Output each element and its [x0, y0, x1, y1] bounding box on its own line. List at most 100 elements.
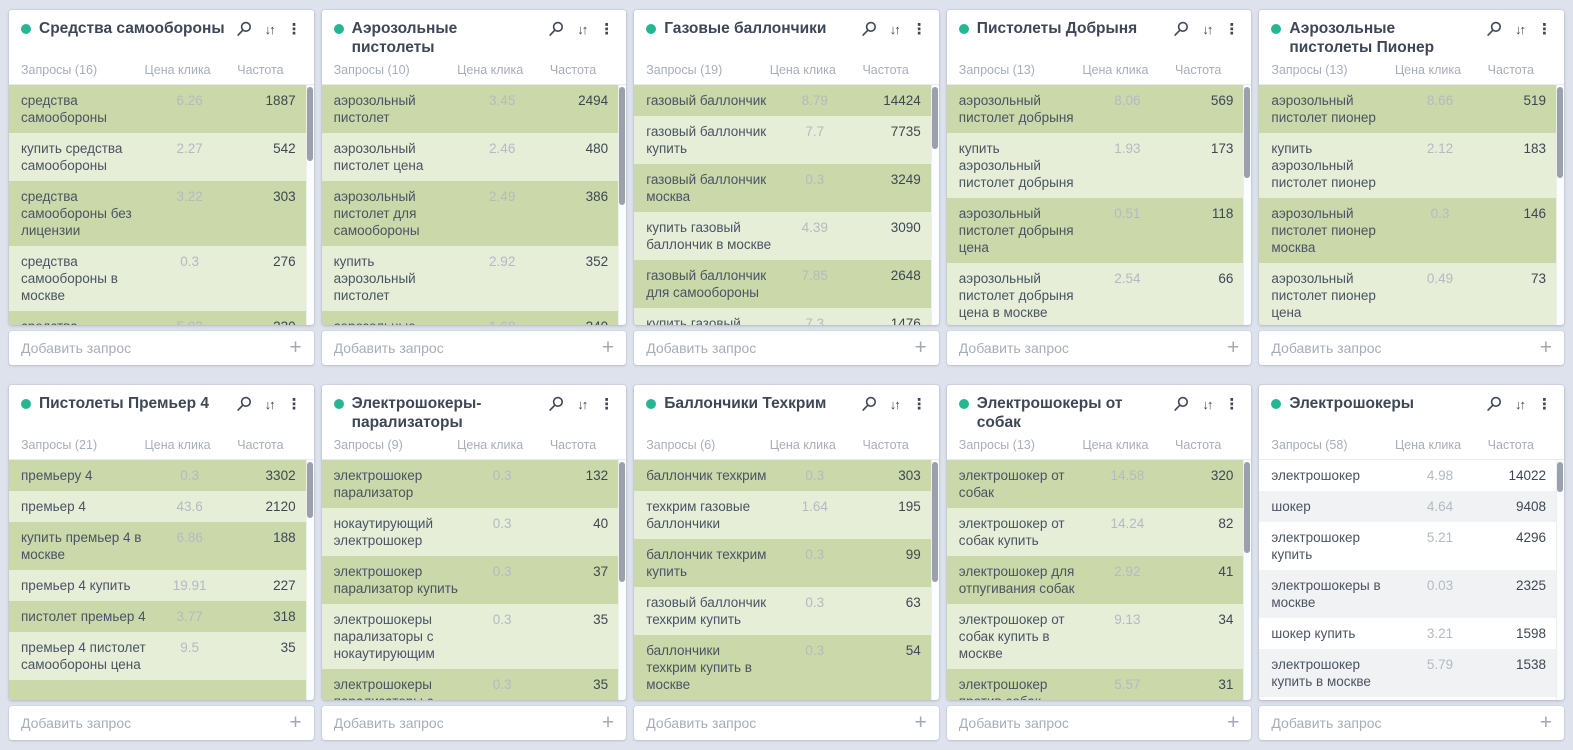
- add-query-input[interactable]: [959, 715, 1219, 731]
- add-query-plus-icon[interactable]: +: [907, 338, 927, 358]
- add-query-input[interactable]: [646, 340, 906, 356]
- add-query-plus-icon[interactable]: +: [1219, 713, 1239, 733]
- scrollbar-thumb[interactable]: [307, 87, 313, 161]
- sort-icon[interactable]: ↓↑: [1202, 22, 1211, 37]
- keyword-row[interactable]: электрошокер от собак купить в москве 9.…: [947, 604, 1252, 669]
- add-query-plus-icon[interactable]: +: [1532, 713, 1552, 733]
- keyword-row[interactable]: баллончики техкрим купить в москве 0.3 5…: [634, 635, 939, 700]
- keyword-row[interactable]: аэрозольный пистолет пионер 8.66 519: [1259, 85, 1564, 133]
- keyword-row[interactable]: электрошокер купить в москве 5.79 1538: [1259, 649, 1564, 697]
- sort-icon[interactable]: ↓↑: [890, 22, 899, 37]
- keyword-row[interactable]: электрошокер против собак 5.57 31: [947, 669, 1252, 700]
- scrollbar-track[interactable]: [306, 85, 314, 325]
- kebab-menu-icon[interactable]: ⋮: [1537, 397, 1552, 412]
- keyword-row[interactable]: газовый баллончик 8.79 14424: [634, 85, 939, 116]
- scrollbar-thumb[interactable]: [932, 462, 938, 582]
- kebab-menu-icon[interactable]: ⋮: [1224, 397, 1239, 412]
- search-icon[interactable]: [1173, 396, 1189, 412]
- kebab-menu-icon[interactable]: ⋮: [1537, 22, 1552, 37]
- keyword-row[interactable]: газовый баллончик москва 0.3 3249: [634, 164, 939, 212]
- keyword-row[interactable]: аэрозольный пистолет пионер москва 0.3 1…: [1259, 198, 1564, 263]
- keyword-row[interactable]: средства самообороны 6.26 1887: [9, 85, 314, 133]
- scrollbar-track[interactable]: [618, 460, 626, 700]
- add-query-input[interactable]: [334, 340, 594, 356]
- sort-icon[interactable]: ↓↑: [265, 22, 274, 37]
- keyword-row[interactable]: электрошокер для отпугивания собак 2.92 …: [947, 556, 1252, 604]
- kebab-menu-icon[interactable]: ⋮: [287, 22, 302, 37]
- keyword-row[interactable]: электрошокер парализатор 0.3 132: [322, 460, 627, 508]
- keyword-row[interactable]: купить газовый баллончик 7.3 1476: [634, 308, 939, 325]
- add-query-plus-icon[interactable]: +: [594, 338, 614, 358]
- scrollbar-thumb[interactable]: [1244, 87, 1250, 178]
- keyword-row[interactable]: газовый баллончик техкрим купить 0.3 63: [634, 587, 939, 635]
- keyword-row[interactable]: средства самообороны в москве 0.3 276: [9, 246, 314, 311]
- add-query-input[interactable]: [21, 340, 281, 356]
- keyword-row[interactable]: газовый баллончик для самообороны 7.85 2…: [634, 260, 939, 308]
- sort-icon[interactable]: ↓↑: [1515, 397, 1524, 412]
- search-icon[interactable]: [236, 21, 252, 37]
- add-query-input[interactable]: [1271, 340, 1531, 356]
- add-query-plus-icon[interactable]: +: [281, 713, 301, 733]
- search-icon[interactable]: [1486, 21, 1502, 37]
- keyword-row[interactable]: аэрозольный пистолет цена 2.46 480: [322, 133, 627, 181]
- keyword-row[interactable]: премьеру 4 0.3 3302: [9, 460, 314, 491]
- keyword-row[interactable]: аэрозольный пистолет добрыня 8.06 569: [947, 85, 1252, 133]
- scrollbar-thumb[interactable]: [932, 87, 938, 149]
- scrollbar-track[interactable]: [618, 85, 626, 325]
- add-query-input[interactable]: [21, 715, 281, 731]
- scrollbar-track[interactable]: [306, 460, 314, 700]
- keyword-row[interactable]: нокаутирующий электрошокер 0.3 40: [322, 508, 627, 556]
- keyword-row[interactable]: аэрозольный пистолет 3.45 2494: [322, 85, 627, 133]
- add-query-plus-icon[interactable]: +: [1532, 338, 1552, 358]
- keyword-row[interactable]: купить газовый баллончик в москве 4.39 3…: [634, 212, 939, 260]
- keyword-row[interactable]: электрошокер купить 5.21 4296: [1259, 522, 1564, 570]
- scrollbar-thumb[interactable]: [1557, 462, 1563, 492]
- add-query-input[interactable]: [959, 340, 1219, 356]
- keyword-row[interactable]: премьер 4 пистолет самообороны цена 9.5 …: [9, 632, 314, 680]
- keyword-row[interactable]: аэрозольный пистолет пионер цена 0.49 73: [1259, 263, 1564, 325]
- scrollbar-track[interactable]: [1556, 460, 1564, 700]
- keyword-row[interactable]: средства самообороны без лицензии 3.22 3…: [9, 181, 314, 246]
- scrollbar-thumb[interactable]: [307, 462, 313, 518]
- keyword-row[interactable]: премьер 4 43.6 2120: [9, 491, 314, 522]
- search-icon[interactable]: [236, 396, 252, 412]
- keyword-row[interactable]: электрошокеры парализаторы с нокаутирующ…: [322, 604, 627, 669]
- keyword-row[interactable]: электрошокер от собак 14.58 320: [947, 460, 1252, 508]
- add-query-plus-icon[interactable]: +: [594, 713, 614, 733]
- add-query-input[interactable]: [334, 715, 594, 731]
- kebab-menu-icon[interactable]: ⋮: [287, 397, 302, 412]
- scrollbar-thumb[interactable]: [619, 462, 625, 582]
- add-query-plus-icon[interactable]: +: [907, 713, 927, 733]
- search-icon[interactable]: [861, 396, 877, 412]
- sort-icon[interactable]: ↓↑: [265, 397, 274, 412]
- scrollbar-thumb[interactable]: [1244, 462, 1250, 553]
- add-query-plus-icon[interactable]: +: [281, 338, 301, 358]
- keyword-row[interactable]: аэрозольный пистолет добрыня цена в моск…: [947, 263, 1252, 325]
- keyword-row[interactable]: аэрозольные пистолеты цена в москве 1.68…: [322, 311, 627, 325]
- scrollbar-thumb[interactable]: [1557, 87, 1563, 178]
- search-icon[interactable]: [1173, 21, 1189, 37]
- keyword-row[interactable]: аэрозольный пистолет для самообороны 2.4…: [322, 181, 627, 246]
- keyword-row[interactable]: купить средства самообороны 2.27 542: [9, 133, 314, 181]
- keyword-row[interactable]: пистолет премьер 4 3.77 318: [9, 601, 314, 632]
- keyword-row[interactable]: шокер 4.64 9408: [1259, 491, 1564, 522]
- kebab-menu-icon[interactable]: ⋮: [599, 22, 614, 37]
- add-query-input[interactable]: [1271, 715, 1531, 731]
- search-icon[interactable]: [548, 21, 564, 37]
- keyword-row[interactable]: аэрозольный пистолет добрыня цена 0.51 1…: [947, 198, 1252, 263]
- search-icon[interactable]: [861, 21, 877, 37]
- keyword-row[interactable]: электрошокер от собак купить 14.24 82: [947, 508, 1252, 556]
- keyword-row[interactable]: электрошокеры в москве 0.03 2325: [1259, 570, 1564, 618]
- sort-icon[interactable]: ↓↑: [1515, 22, 1524, 37]
- search-icon[interactable]: [548, 396, 564, 412]
- keyword-row[interactable]: газовый баллончик купить 7.7 7735: [634, 116, 939, 164]
- keyword-row[interactable]: купить премьер 4 в москве 6.86 188: [9, 522, 314, 570]
- scrollbar-track[interactable]: [1556, 85, 1564, 325]
- scrollbar-track[interactable]: [931, 460, 939, 700]
- keyword-row[interactable]: купить аэрозольный пистолет добрыня 1.93…: [947, 133, 1252, 198]
- keyword-row[interactable]: техкрим газовые баллончики 1.64 195: [634, 491, 939, 539]
- sort-icon[interactable]: ↓↑: [890, 397, 899, 412]
- keyword-row[interactable]: средства самообороны купить 5.02 230: [9, 311, 314, 325]
- keyword-row[interactable]: электрошокеры парализаторы с нокаутирующ…: [322, 669, 627, 700]
- kebab-menu-icon[interactable]: ⋮: [1224, 22, 1239, 37]
